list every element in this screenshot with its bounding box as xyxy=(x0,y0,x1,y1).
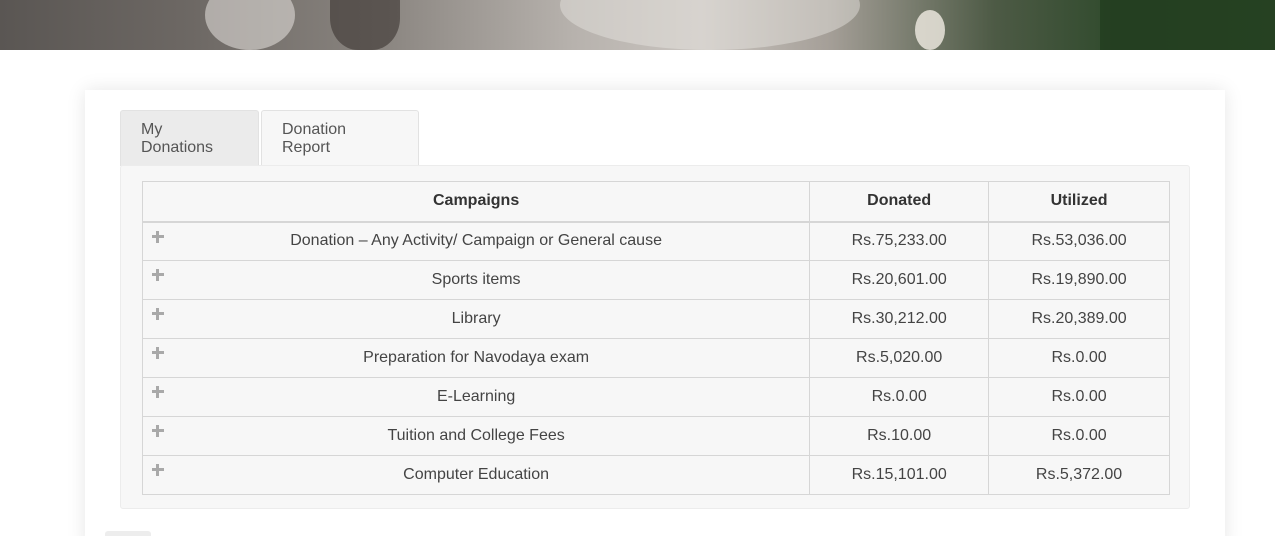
bottom-tab-stub xyxy=(105,531,151,536)
donated-amount: Rs.10.00 xyxy=(809,416,990,456)
plus-icon[interactable] xyxy=(151,424,165,438)
campaign-cell: Tuition and College Fees xyxy=(141,416,811,456)
campaign-name: Donation – Any Activity/ Campaign or Gen… xyxy=(290,232,662,250)
table-header-row: Campaigns Donated Utilized xyxy=(141,181,1170,223)
utilized-amount: Rs.20,389.00 xyxy=(988,299,1170,339)
campaign-name: Sports items xyxy=(431,271,521,288)
table-row: Computer Education Rs.15,101.00 Rs.5,372.0… xyxy=(141,455,1170,495)
header-utilized: Utilized xyxy=(988,181,1170,223)
hero-banner-image xyxy=(0,0,1275,50)
utilized-amount: Rs.19,890.00 xyxy=(988,260,1170,300)
utilized-amount: Rs.0.00 xyxy=(988,377,1170,417)
tab-my-donations[interactable]: My Donations xyxy=(120,110,259,166)
plus-icon[interactable] xyxy=(151,268,165,282)
plus-icon[interactable] xyxy=(151,385,165,399)
table-row: Sports items Rs.20,601.00 Rs.19,890.00 xyxy=(141,260,1170,300)
table-row: Tuition and College Fees Rs.10.00 Rs.0.00 xyxy=(141,416,1170,456)
table-row: Preparation for Navodaya exam Rs.5,020.00… xyxy=(141,338,1170,378)
utilized-amount: Rs.53,036.00 xyxy=(988,221,1170,261)
tab-donation-report[interactable]: Donation Report xyxy=(261,110,419,166)
campaign-cell: Sports items xyxy=(141,260,811,300)
plus-icon[interactable] xyxy=(151,463,165,477)
campaign-name: Preparation for Navodaya exam xyxy=(363,349,590,366)
utilized-amount: Rs.0.00 xyxy=(988,338,1170,378)
plus-icon[interactable] xyxy=(151,230,165,244)
campaign-cell: Donation – Any Activity/ Campaign or Gen… xyxy=(141,221,811,261)
tab-bar: My Donations Donation Report xyxy=(120,110,419,166)
donated-amount: Rs.5,020.00 xyxy=(809,338,990,378)
campaign-cell: Preparation for Navodaya exam xyxy=(141,338,811,378)
campaign-cell: Computer Education xyxy=(141,455,811,495)
campaign-name: Tuition and College Fees xyxy=(387,427,565,444)
campaign-name: Library xyxy=(451,310,501,327)
table-row: Library Rs.30,212.00 Rs.20,389.00 xyxy=(141,299,1170,339)
donated-amount: Rs.15,101.00 xyxy=(809,455,990,495)
donation-report-table: Campaigns Donated Utilized Donation – An… xyxy=(141,181,1170,495)
header-donated: Donated xyxy=(809,181,990,223)
donated-amount: Rs.30,212.00 xyxy=(809,299,990,339)
plus-icon[interactable] xyxy=(151,307,165,321)
utilized-amount: Rs.5,372.00 xyxy=(988,455,1170,495)
header-campaigns: Campaigns xyxy=(141,181,811,223)
table-row: E-Learning Rs.0.00 Rs.0.00 xyxy=(141,377,1170,417)
donated-amount: Rs.20,601.00 xyxy=(809,260,990,300)
donated-amount: Rs.0.00 xyxy=(809,377,990,417)
plus-icon[interactable] xyxy=(151,346,165,360)
campaign-cell: E-Learning xyxy=(141,377,811,417)
campaign-name: E-Learning xyxy=(436,388,516,405)
donations-card: My Donations Donation Report Campaigns D… xyxy=(85,90,1225,536)
donation-report-panel: Campaigns Donated Utilized Donation – An… xyxy=(120,165,1190,509)
donated-amount: Rs.75,233.00 xyxy=(809,221,990,261)
utilized-amount: Rs.0.00 xyxy=(988,416,1170,456)
campaign-cell: Library xyxy=(141,299,811,339)
table-row: Donation – Any Activity/ Campaign or Gen… xyxy=(141,221,1170,261)
campaign-name: Computer Education xyxy=(403,466,550,483)
